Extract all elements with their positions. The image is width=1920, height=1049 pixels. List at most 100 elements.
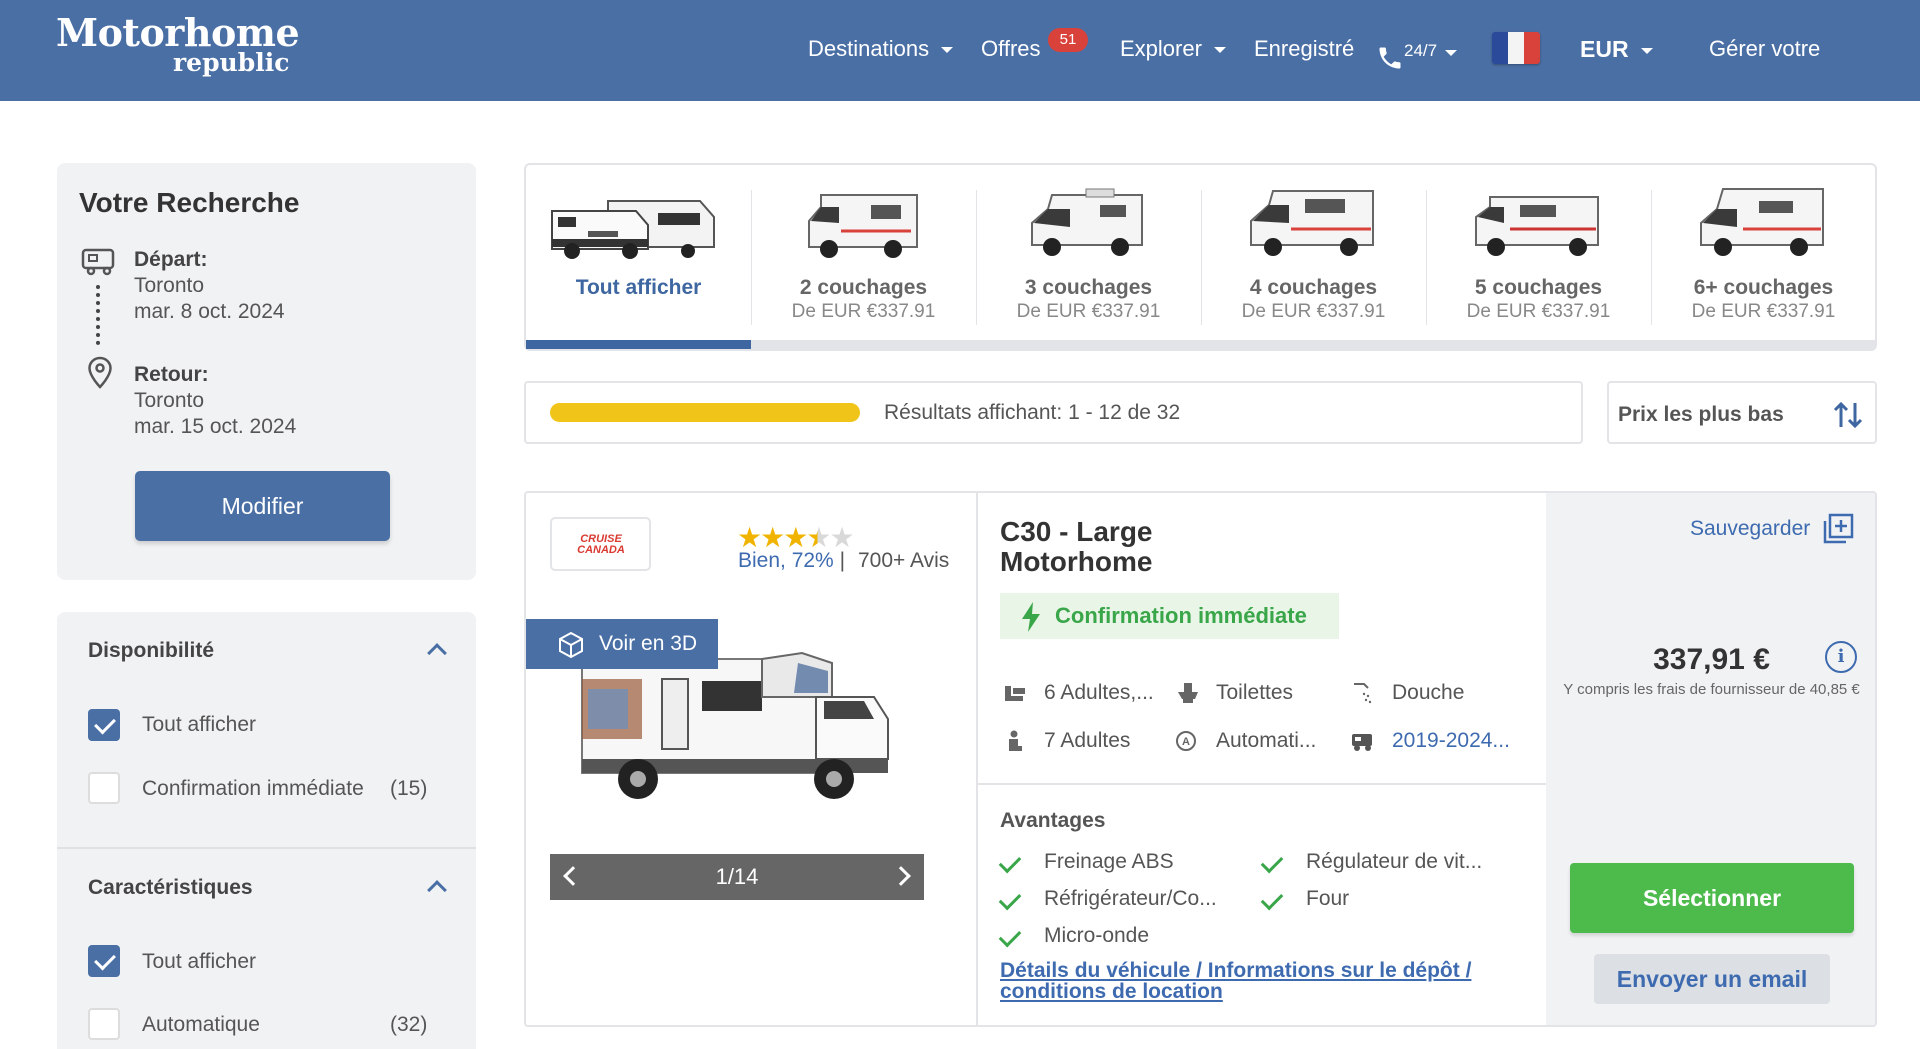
category-name: 2 couchages <box>799 276 928 299</box>
feature-year[interactable]: 2019-2024... <box>1350 729 1510 753</box>
info-icon[interactable]: i <box>1825 641 1857 673</box>
chevron-up-icon[interactable] <box>427 880 447 900</box>
check-icon <box>1260 887 1284 911</box>
category-name: 5 couchages <box>1474 276 1603 299</box>
nav-destinations[interactable]: Destinations <box>808 36 954 62</box>
rating-value: Bien, 72% <box>738 549 834 572</box>
category-tab-6[interactable]: 6+ couchages De EUR €337.91 <box>1651 165 1876 343</box>
category-price: De EUR €337.91 <box>1016 301 1161 322</box>
reviews-count[interactable]: 700+ Avis <box>858 549 949 573</box>
chevron-down-icon <box>1213 47 1226 53</box>
advantage-item: Freinage ABS <box>998 850 1174 874</box>
nav-manage[interactable]: Gérer votre <box>1709 36 1820 62</box>
currency-selector[interactable]: EUR <box>1580 36 1653 63</box>
top-header: Motorhome republic Destinations Offres 5… <box>0 0 1920 101</box>
card-divider <box>976 493 978 1025</box>
advantage-item: Régulateur de vit... <box>1260 850 1483 874</box>
instant-confirmation-label: Confirmation immédiate <box>1055 603 1307 628</box>
depart-label: Départ: <box>134 248 208 271</box>
nav-enregistre-label: Enregistré <box>1254 36 1355 61</box>
logo[interactable]: Motorhome republic <box>56 14 300 77</box>
category-tab-4[interactable]: 4 couchages De EUR €337.91 <box>1201 165 1426 343</box>
rating-text[interactable]: Bien, 72% | <box>738 549 845 573</box>
language-flag-icon[interactable] <box>1492 32 1540 64</box>
advantage-label: Réfrigérateur/Co... <box>1044 887 1217 910</box>
vehicle-title-line2: Motorhome <box>1000 546 1153 577</box>
shower-icon <box>1354 683 1372 704</box>
feature-year-label: 2019-2024... <box>1392 729 1510 752</box>
feature-seats-label: 6 Adultes,... <box>1044 681 1154 704</box>
feature-seats: 6 Adultes,... <box>1002 681 1154 705</box>
motorhome-4-image <box>1250 190 1374 256</box>
sort-label: Prix les plus bas <box>1618 403 1784 426</box>
nav-offres-label: Offres <box>981 36 1041 61</box>
select-button[interactable]: Sélectionner <box>1570 863 1854 933</box>
depart-city: Toronto <box>134 274 205 297</box>
features-title[interactable]: Caractéristiques <box>88 876 253 900</box>
availability-all-checkbox[interactable] <box>88 709 120 741</box>
rating-sep: | <box>833 549 846 572</box>
cube-3d-icon <box>559 631 583 659</box>
chevron-right-icon[interactable] <box>891 866 911 886</box>
check-icon <box>998 850 1022 874</box>
category-tab-all[interactable]: Tout afficher <box>526 165 751 343</box>
card-divider <box>976 783 1546 785</box>
check-icon <box>998 887 1022 911</box>
offres-count-badge: 51 <box>1048 28 1088 52</box>
price-panel <box>1546 493 1875 1025</box>
category-tab-2[interactable]: 2 couchages De EUR €337.91 <box>751 165 976 343</box>
availability-instant-label: Confirmation immédiate <box>142 777 364 800</box>
category-tab-indicator <box>526 340 751 349</box>
availability-title[interactable]: Disponibilité <box>88 639 214 663</box>
advantage-item: Réfrigérateur/Co... <box>998 887 1217 911</box>
motorhome-group-image <box>551 200 715 259</box>
chevron-left-icon[interactable] <box>563 866 583 886</box>
chevron-down-icon <box>1445 50 1458 56</box>
bookmark-add-icon[interactable] <box>1822 513 1854 545</box>
modify-search-button[interactable]: Modifier <box>135 471 390 541</box>
features-all-checkbox[interactable] <box>88 945 120 977</box>
email-button[interactable]: Envoyer un email <box>1594 954 1830 1004</box>
vehicle-title[interactable]: C30 - Large Motorhome <box>1000 517 1153 577</box>
listing-card: CRUISE CANADA ★★★★★ Bien, 72% | 700+ Avi… <box>524 491 1877 1027</box>
chevron-down-icon <box>941 47 954 53</box>
automatic-gear-icon: A <box>1176 731 1196 751</box>
nav-explorer[interactable]: Explorer <box>1120 36 1226 62</box>
vehicle-details-link[interactable]: Détails du véhicule / Informations sur l… <box>1000 960 1500 1002</box>
depart-date: mar. 8 oct. 2024 <box>134 300 285 323</box>
availability-instant-checkbox[interactable] <box>88 772 120 804</box>
results-progress-bar <box>550 403 860 422</box>
nav-phone[interactable]: 24/7 <box>1376 30 1458 74</box>
features-auto-checkbox[interactable] <box>88 1008 120 1040</box>
nav-manage-label: Gérer votre <box>1709 36 1821 61</box>
phone-icon <box>1379 47 1401 69</box>
nav-explorer-label: Explorer <box>1120 36 1202 61</box>
location-pin-icon <box>88 356 112 389</box>
sort-dropdown[interactable]: Prix les plus bas <box>1607 381 1877 444</box>
nav-offres[interactable]: Offres <box>981 36 1041 62</box>
svg-text:A: A <box>1182 736 1190 748</box>
currency-label: EUR <box>1580 36 1629 62</box>
feature-sleep-label: 7 Adultes <box>1044 729 1131 752</box>
search-summary-panel: Votre Recherche Départ: Toronto mar. 8 o… <box>57 163 476 580</box>
save-link[interactable]: Sauvegarder <box>1690 517 1810 541</box>
results-text: Résultats affichant: 1 - 12 de 32 <box>884 401 1180 425</box>
view-3d-button[interactable]: Voir en 3D <box>526 619 718 669</box>
lightning-icon <box>1022 602 1040 632</box>
category-tab-3[interactable]: 3 couchages De EUR €337.91 <box>976 165 1201 343</box>
features-auto-count: (32) <box>390 1013 428 1036</box>
route-dotted-line <box>96 285 100 345</box>
motorhome-6-image <box>1700 188 1824 256</box>
motorhome-2-image <box>808 194 918 258</box>
logo-line2: republic <box>173 48 290 77</box>
nav-phone-label: 24/7 <box>1404 41 1438 60</box>
feature-shower: Douche <box>1350 681 1464 705</box>
category-price: De EUR €337.91 <box>1466 301 1611 322</box>
nav-enregistre[interactable]: Enregistré <box>1254 36 1354 62</box>
filter-divider <box>57 847 476 849</box>
chevron-up-icon[interactable] <box>427 643 447 663</box>
toilet-icon <box>1178 683 1198 703</box>
feature-sleep: 7 Adultes <box>1002 729 1130 753</box>
category-tab-5[interactable]: 5 couchages De EUR €337.91 <box>1426 165 1651 343</box>
advantage-label: Régulateur de vit... <box>1306 850 1483 873</box>
